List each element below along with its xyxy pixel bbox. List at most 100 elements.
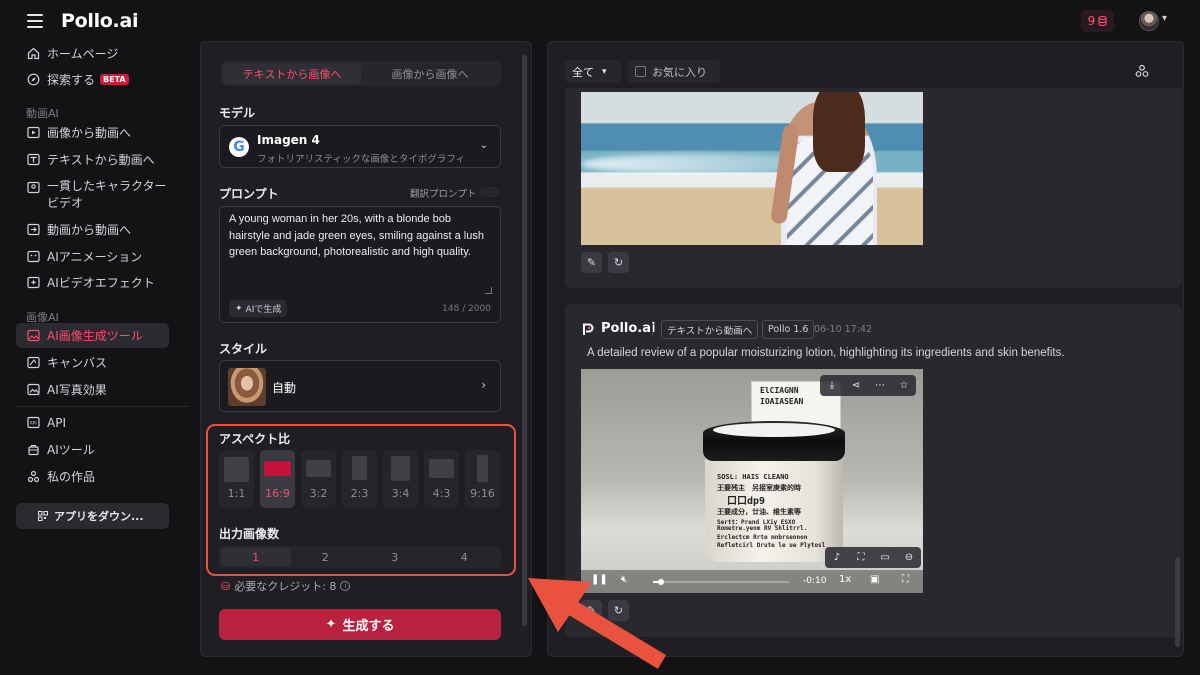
- aspect-option-label: 16:9: [265, 487, 290, 500]
- people-icon[interactable]: [1135, 64, 1149, 78]
- sidebar-item-ai-photo-effects[interactable]: AI写真効果: [16, 377, 169, 402]
- output-count-selector: 1 2 3 4: [219, 546, 501, 568]
- animation-icon: [26, 250, 40, 264]
- share-icon[interactable]: ⋖: [844, 380, 868, 391]
- aspect-option-16-9[interactable]: 16:9: [260, 450, 295, 508]
- video-camera-icon[interactable]: ▭: [873, 552, 897, 563]
- prompt-label: プロンプト: [219, 187, 279, 201]
- aspect-shape: [264, 461, 291, 476]
- photo-effects-icon: [26, 383, 40, 397]
- logo[interactable]: Pollo.ai: [61, 10, 139, 32]
- more-icon[interactable]: ⋯: [868, 380, 892, 391]
- resize-handle[interactable]: [485, 287, 492, 294]
- loop-icon[interactable]: ⊖: [897, 552, 921, 563]
- download-app-button[interactable]: アプリをダウン...: [16, 503, 169, 529]
- translate-prompt-toggle[interactable]: [479, 187, 499, 197]
- sidebar-item-label-line1: 一貫したキャラクター: [47, 179, 167, 193]
- mode-chip: テキストから動画へ: [661, 320, 759, 339]
- fullscreen-icon[interactable]: ⛶: [902, 574, 909, 585]
- video-video-icon: [26, 223, 40, 237]
- style-select[interactable]: 自動 ›: [219, 360, 501, 412]
- style-thumbnail: [228, 368, 266, 406]
- star-icon[interactable]: ☆: [892, 380, 916, 391]
- chevron-down-icon[interactable]: ▾: [1162, 13, 1167, 24]
- tab-text-to-image[interactable]: テキストから画像へ: [223, 63, 361, 84]
- gallery-scrollbar[interactable]: [1175, 557, 1180, 647]
- playback-speed[interactable]: 1x: [839, 574, 851, 585]
- count-option-2[interactable]: 2: [291, 548, 361, 566]
- model-select[interactable]: G Imagen 4 フォトリアリスティックな画像とタイポグラフィ ⌄: [219, 125, 501, 168]
- sidebar-item-ai-video-effects[interactable]: AIビデオエフェクト: [16, 270, 169, 295]
- api-icon: API: [26, 416, 40, 430]
- chevron-down-icon: ▾: [602, 66, 607, 77]
- sidebar-item-my-works[interactable]: 私の作品: [16, 464, 169, 489]
- sidebar-divider: [16, 406, 188, 407]
- filter-select[interactable]: 全て ▾: [565, 60, 621, 83]
- sidebar-item-video-to-video[interactable]: 動画から動画へ: [16, 217, 169, 242]
- regenerate-button[interactable]: ↻: [608, 252, 629, 273]
- aspect-option-4-3[interactable]: 4:3: [424, 450, 459, 508]
- pencil-icon: ✎: [586, 256, 597, 269]
- sidebar-item-explore[interactable]: 探索する BETA: [16, 67, 169, 92]
- prompt-input[interactable]: A young woman in her 20s, with a blonde …: [219, 206, 501, 323]
- sidebar-item-ai-image-tool[interactable]: AI画像生成ツール: [16, 323, 169, 348]
- download-app-label: アプリをダウン...: [54, 510, 144, 523]
- count-option-4[interactable]: 4: [430, 548, 500, 566]
- time-remaining: -0:10: [803, 576, 827, 586]
- fullscreen-frame-icon[interactable]: ⛶: [849, 552, 873, 563]
- tools-icon: [26, 443, 40, 457]
- aspect-option-2-3[interactable]: 2:3: [342, 450, 377, 508]
- count-option-1[interactable]: 1: [221, 548, 291, 566]
- jar-label-text: 口口dp9: [727, 496, 766, 507]
- aspect-option-9-16[interactable]: 9:16: [465, 450, 500, 508]
- favorites-checkbox[interactable]: [635, 66, 646, 77]
- prompt-text[interactable]: A young woman in her 20s, with a blonde …: [229, 211, 484, 261]
- jar-label-text: 王要成分，廿油、维生素等: [717, 508, 801, 516]
- user-avatar[interactable]: [1139, 11, 1159, 31]
- sidebar-item-api[interactable]: API API: [16, 410, 169, 435]
- sidebar-item-text-to-video[interactable]: テキストから動画へ: [16, 147, 169, 172]
- sidebar-item-ai-animation[interactable]: AIアニメーション: [16, 244, 169, 269]
- count-option-3[interactable]: 3: [360, 548, 430, 566]
- aspect-shape: [429, 459, 454, 478]
- pip-icon[interactable]: ▣: [870, 574, 879, 585]
- sidebar-item-image-to-video[interactable]: 画像から動画へ: [16, 120, 169, 145]
- edit-button[interactable]: ✎: [581, 252, 602, 273]
- aspect-option-label: 9:16: [470, 487, 495, 500]
- sidebar-item-consistent-character[interactable]: 一貫したキャラクター ビデオ: [16, 174, 169, 214]
- sidebar-item-label: 動画から動画へ: [47, 223, 132, 237]
- ai-generate-prompt-button[interactable]: ✦ AIで生成: [229, 300, 288, 317]
- generate-button-label: 生成する: [342, 619, 395, 634]
- generated-image[interactable]: [581, 92, 923, 245]
- image-video-icon: [26, 126, 40, 140]
- generate-button[interactable]: ✦ 生成する: [219, 609, 501, 640]
- aspect-option-3-4[interactable]: 3:4: [383, 450, 418, 508]
- tab-image-to-image[interactable]: 画像から画像へ: [361, 63, 499, 84]
- generated-video[interactable]: ElCIAGNN IOAIASEAN SOSL: HAIS CLEANO 王要残…: [581, 369, 923, 593]
- aspect-option-1-1[interactable]: 1:1: [219, 450, 254, 508]
- tiktok-icon[interactable]: ♪: [825, 552, 849, 563]
- aspect-option-label: 2:3: [350, 487, 369, 500]
- sidebar-item-home[interactable]: ホームページ: [16, 41, 169, 66]
- favorites-filter[interactable]: お気に入り: [628, 60, 720, 83]
- sidebar-item-label: AI写真効果: [47, 383, 107, 397]
- effects-icon: [26, 276, 40, 290]
- filter-value: 全て: [572, 65, 594, 79]
- style-label: スタイル: [219, 342, 268, 356]
- sidebar-item-label: 私の作品: [47, 470, 96, 484]
- sidebar-item-ai-tools[interactable]: AIツール: [16, 437, 169, 462]
- sidebar-item-label: 一貫したキャラクター ビデオ: [47, 178, 167, 212]
- credits-badge[interactable]: 9: [1081, 10, 1114, 32]
- download-icon[interactable]: ⤓: [820, 380, 844, 391]
- menu-icon[interactable]: [27, 14, 43, 28]
- sidebar-item-label: テキストから動画へ: [47, 153, 155, 167]
- aspect-option-3-2[interactable]: 3:2: [301, 450, 336, 508]
- info-icon[interactable]: i: [340, 581, 351, 591]
- sidebar-item-label: API: [47, 415, 66, 430]
- jar-label-text: ElCIAGNN: [760, 386, 799, 395]
- generator-scrollbar[interactable]: [522, 55, 527, 626]
- aspect-option-label: 3:4: [391, 487, 410, 500]
- aspect-option-label: 4:3: [432, 487, 451, 500]
- sidebar-item-canvas[interactable]: キャンバス: [16, 350, 169, 375]
- chevron-right-icon: ›: [481, 378, 486, 392]
